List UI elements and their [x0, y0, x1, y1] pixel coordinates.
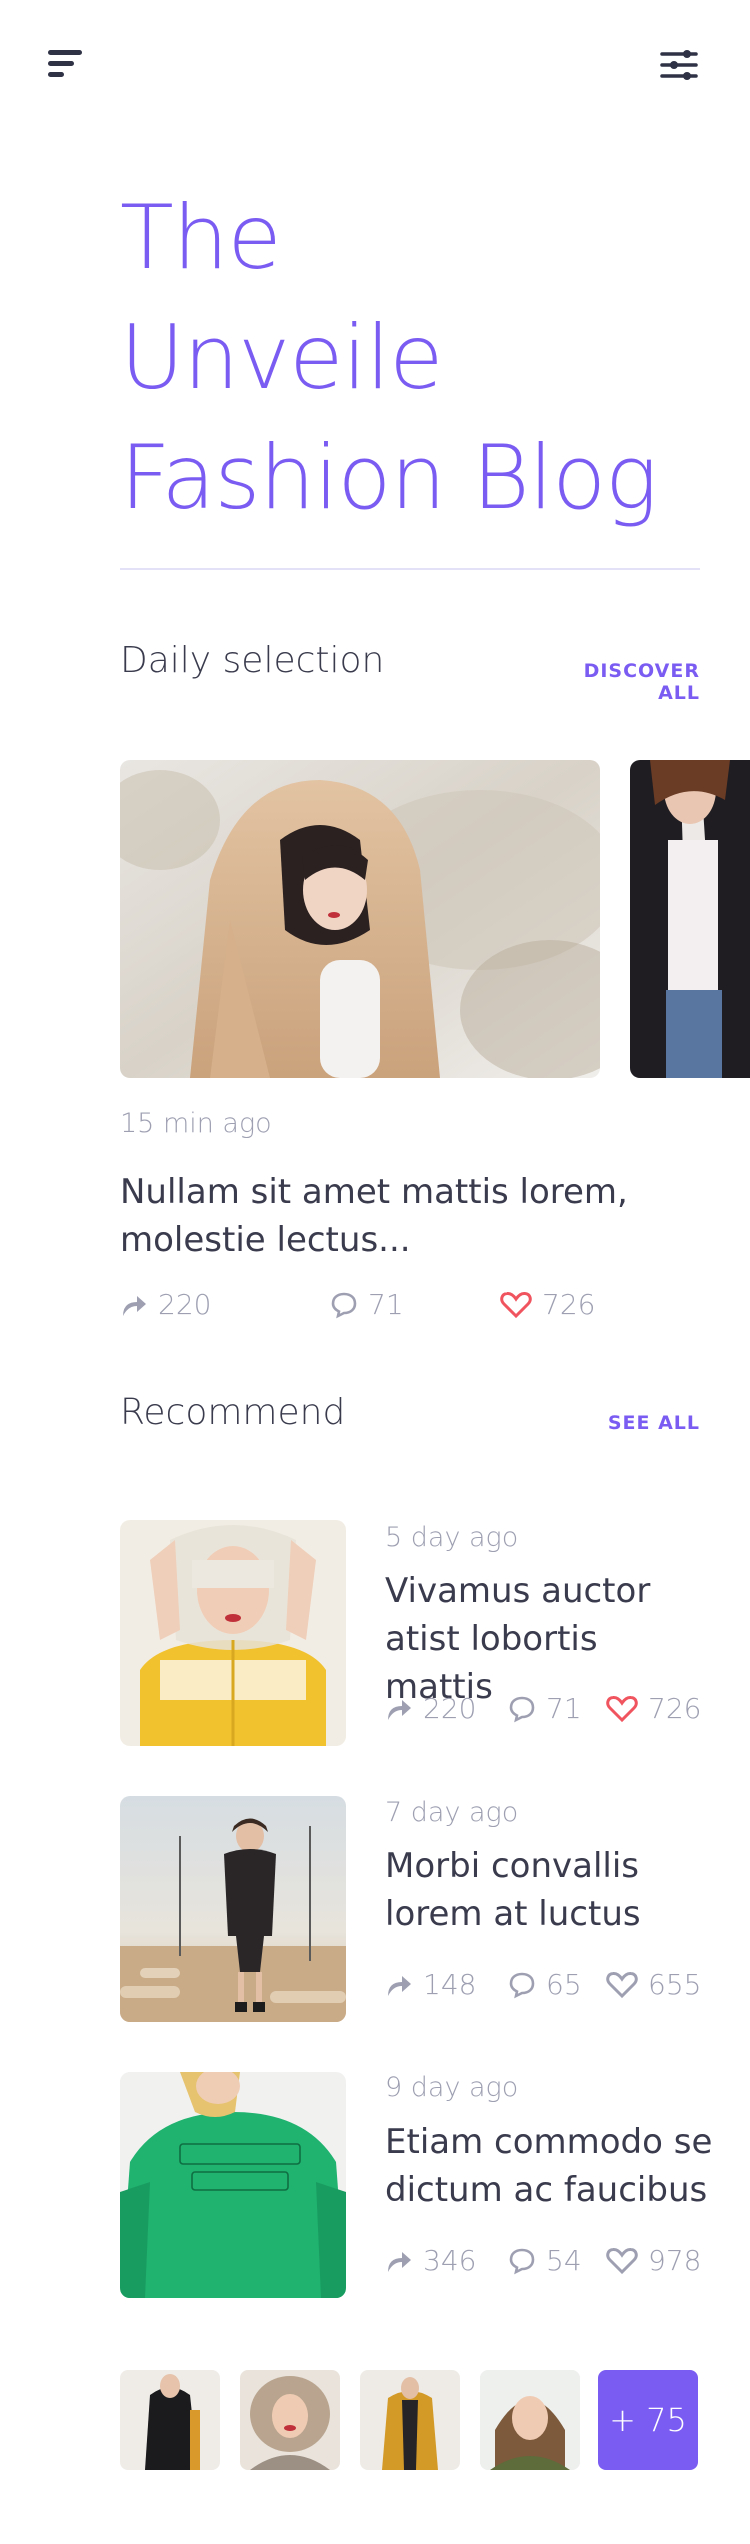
- recommend-item-comment-stat[interactable]: 65: [508, 1968, 582, 2001]
- page-title-line-1: The: [120, 186, 282, 289]
- heart-icon: [606, 2247, 638, 2274]
- featured-post-time: 15 min ago: [120, 1108, 272, 1139]
- recommend-item-time: 9 day ago: [385, 2072, 519, 2103]
- featured-share-stat[interactable]: 220: [120, 1288, 211, 1321]
- comment-count: 65: [546, 1968, 582, 2001]
- comment-count: 54: [546, 2244, 582, 2277]
- share-icon: [388, 1699, 411, 1720]
- discover-all-link[interactable]: DISCOVER ALL: [540, 660, 700, 704]
- gallery-thumbnail[interactable]: [120, 2370, 220, 2470]
- recommend-item-image[interactable]: [120, 1520, 346, 1746]
- recommend-title: Recommend: [120, 1392, 346, 1433]
- gallery-thumbnail[interactable]: [360, 2370, 460, 2470]
- daily-selection-title: Daily selection: [120, 640, 385, 681]
- recommend-item-title[interactable]: Morbi convallis lorem at luctus: [385, 1842, 715, 1938]
- recommend-item-image[interactable]: [120, 1796, 346, 2022]
- share-count: 148: [423, 1968, 477, 2001]
- comment-count: 71: [546, 1692, 582, 1725]
- heart-icon: [606, 1971, 638, 1998]
- recommend-item-like-stat[interactable]: 655: [606, 1968, 701, 2001]
- like-count: 726: [648, 1692, 702, 1725]
- share-icon: [388, 1975, 411, 1996]
- share-count: 346: [423, 2244, 477, 2277]
- share-icon: [388, 2251, 411, 2272]
- featured-post-title[interactable]: Nullam sit amet mattis lorem, molestie l…: [120, 1168, 640, 1264]
- recommend-item-comment-stat[interactable]: 54: [508, 2244, 582, 2277]
- like-count: 655: [648, 1968, 702, 2001]
- title-divider: [120, 568, 700, 570]
- page-title: The Unveile Fashion Blog: [120, 178, 720, 538]
- gallery-thumbnail[interactable]: [480, 2370, 580, 2470]
- like-count: 978: [648, 2244, 702, 2277]
- recommend-item-like-stat[interactable]: 726: [606, 1692, 701, 1725]
- share-count: 220: [423, 1692, 477, 1725]
- featured-comment-stat[interactable]: 71: [330, 1288, 404, 1321]
- gallery-thumbnail[interactable]: [240, 2370, 340, 2470]
- more-photos-button[interactable]: + 75: [598, 2370, 698, 2470]
- share-icon: [123, 1295, 146, 1316]
- share-count: 220: [158, 1288, 212, 1321]
- recommend-item-comment-stat[interactable]: 71: [508, 1692, 582, 1725]
- heart-icon: [606, 1695, 638, 1722]
- recommend-item-share-stat[interactable]: 346: [385, 2244, 476, 2277]
- heart-icon: [500, 1291, 532, 1318]
- recommend-item-image[interactable]: [120, 2072, 346, 2298]
- featured-like-stat[interactable]: 726: [500, 1288, 595, 1321]
- see-all-link[interactable]: SEE ALL: [580, 1412, 700, 1434]
- recommend-item-share-stat[interactable]: 148: [385, 1968, 476, 2001]
- filter-icon[interactable]: [660, 48, 700, 82]
- page-title-line-2: Unveile: [120, 306, 443, 409]
- menu-icon[interactable]: [48, 50, 84, 80]
- page-title-line-3: Fashion Blog: [120, 426, 658, 529]
- featured-post-image[interactable]: [120, 760, 600, 1078]
- recommend-item-share-stat[interactable]: 220: [385, 1692, 476, 1725]
- comment-icon: [509, 2248, 535, 2274]
- comment-icon: [331, 1292, 357, 1318]
- top-bar: [0, 0, 750, 120]
- recommend-item-title[interactable]: Etiam commodo se dictum ac faucibus: [385, 2118, 715, 2214]
- recommend-item-time: 5 day ago: [385, 1522, 519, 1553]
- like-count: 726: [542, 1288, 596, 1321]
- recommend-item-time: 7 day ago: [385, 1797, 519, 1828]
- comment-count: 71: [368, 1288, 404, 1321]
- recommend-item-title[interactable]: Vivamus auctor atist lobortis mattis: [385, 1567, 715, 1711]
- comment-icon: [509, 1696, 535, 1722]
- recommend-item-like-stat[interactable]: 978: [606, 2244, 701, 2277]
- comment-icon: [509, 1972, 535, 1998]
- next-post-image[interactable]: [630, 760, 750, 1078]
